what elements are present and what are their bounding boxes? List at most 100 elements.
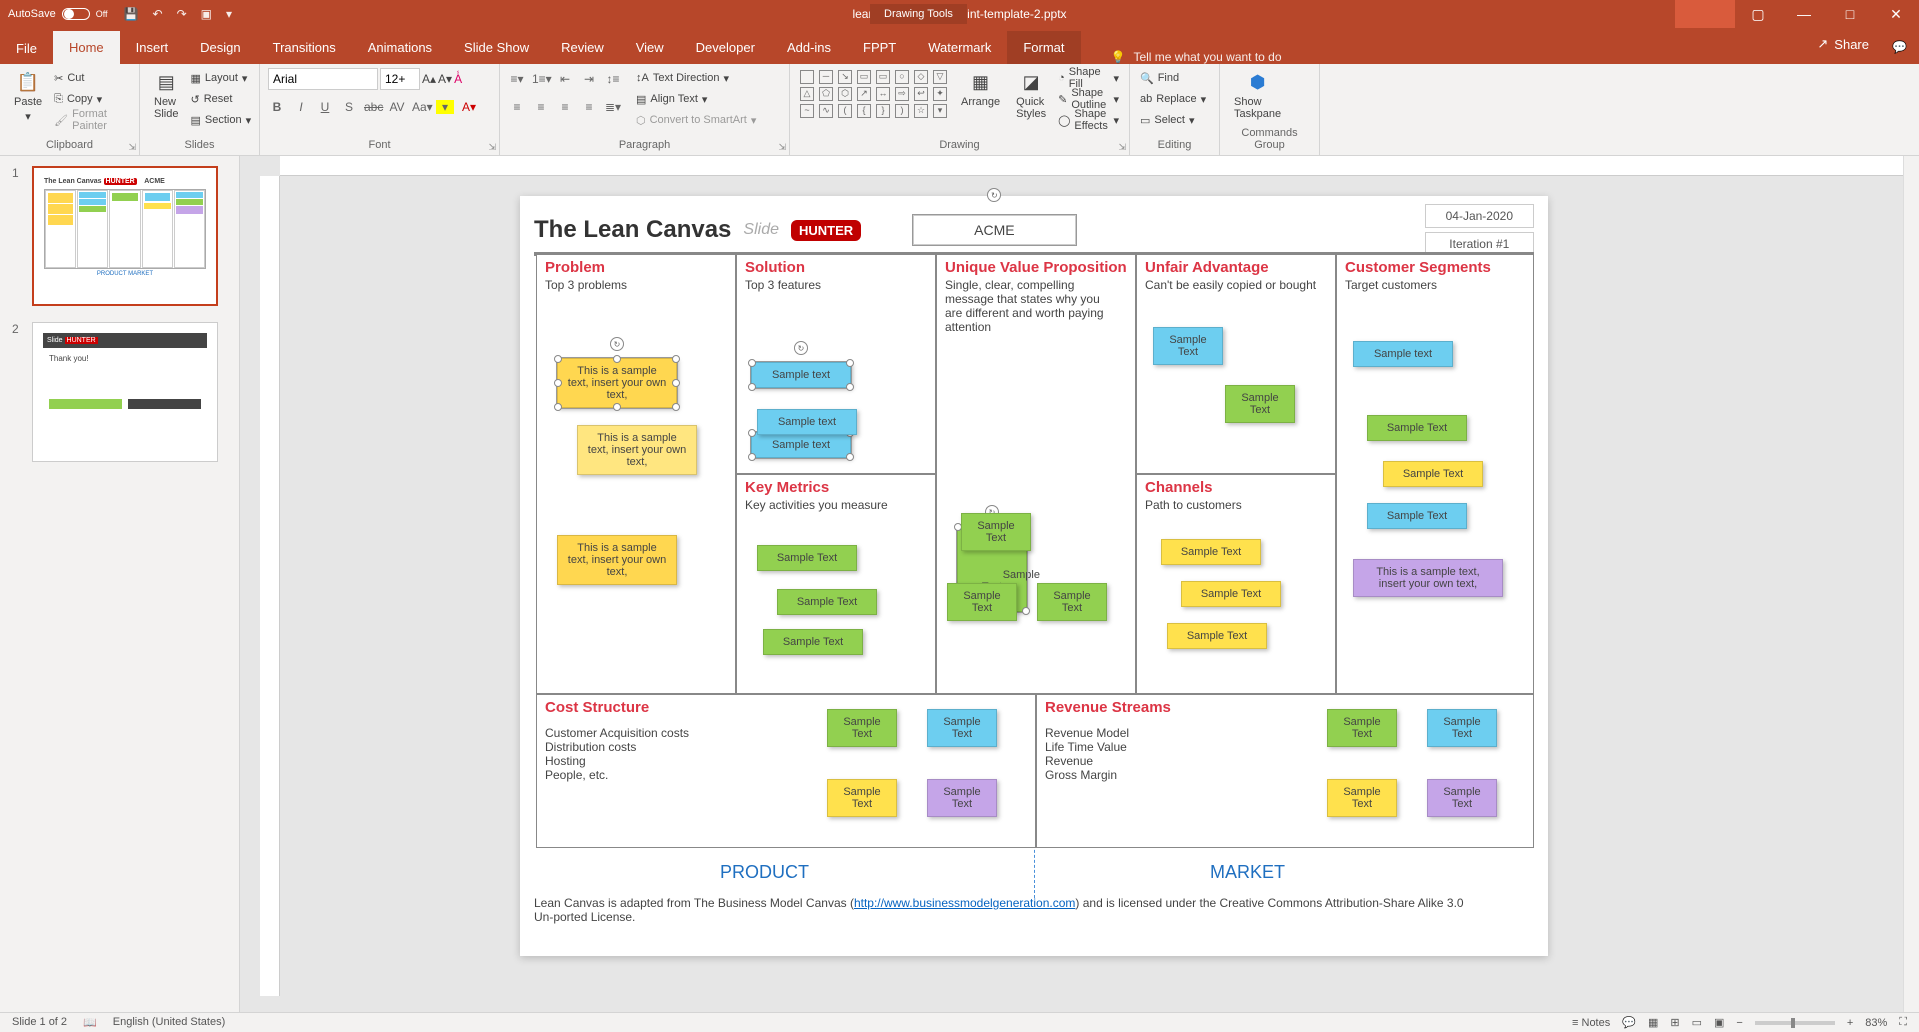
autosave-switch-icon[interactable] — [62, 8, 90, 20]
tab-design[interactable]: Design — [184, 31, 256, 64]
tab-file[interactable]: File — [0, 33, 53, 64]
shadow-icon[interactable]: S — [340, 100, 358, 114]
tell-me-search[interactable]: 💡 Tell me what you want to do — [1111, 50, 1282, 64]
decrease-indent-icon[interactable]: ⇤ — [556, 72, 574, 86]
bold-icon[interactable]: B — [268, 100, 286, 114]
autosave-toggle[interactable]: AutoSave Off — [8, 8, 108, 20]
tab-home[interactable]: Home — [53, 31, 120, 64]
note-metrics-2[interactable]: Sample Text — [777, 589, 877, 615]
shape-effects-button[interactable]: ◯Shape Effects▾ — [1056, 110, 1121, 130]
reading-view-icon[interactable]: ▭ — [1692, 1016, 1702, 1029]
spellcheck-icon[interactable]: 📖 — [83, 1016, 97, 1029]
columns-icon[interactable]: ≣▾ — [604, 100, 622, 114]
note-unfair-1[interactable]: Sample Text — [1153, 327, 1223, 365]
vertical-scrollbar[interactable] — [1903, 156, 1919, 1012]
cell-cost[interactable]: Cost Structure Customer Acquisition cost… — [536, 694, 1036, 848]
tab-insert[interactable]: Insert — [120, 31, 185, 64]
footer-link[interactable]: http://www.businessmodelgeneration.com — [854, 896, 1075, 910]
text-direction-button[interactable]: ↕AText Direction▾ — [634, 68, 758, 88]
font-size-input[interactable] — [380, 68, 420, 90]
cell-segments[interactable]: Customer Segments Target customers Sampl… — [1336, 254, 1534, 694]
spacing-icon[interactable]: AV — [388, 100, 406, 114]
note-cost-2[interactable]: Sample Text — [927, 709, 997, 747]
slide-title[interactable]: The Lean Canvas — [534, 216, 731, 244]
undo-icon[interactable]: ↶ — [153, 7, 163, 21]
copy-button[interactable]: ⎘Copy▾ — [52, 89, 131, 109]
tab-watermark[interactable]: Watermark — [912, 31, 1007, 64]
share-button[interactable]: ↗ Share — [1817, 36, 1869, 52]
tab-fppt[interactable]: FPPT — [847, 31, 912, 64]
note-cost-1[interactable]: Sample Text — [827, 709, 897, 747]
cell-unfair[interactable]: Unfair Advantage Can't be easily copied … — [1136, 254, 1336, 474]
note-problem-1[interactable]: ↻ This is a sample text, insert your own… — [557, 358, 677, 408]
note-cost-4[interactable]: Sample Text — [927, 779, 997, 817]
slide-thumbnails[interactable]: 1 The Lean Canvas HUNTER ACME PRODUCT MA… — [0, 156, 240, 1012]
paste-button[interactable]: 📋Paste▾ — [8, 68, 48, 125]
note-rev-3[interactable]: Sample Text — [1327, 779, 1397, 817]
cut-button[interactable]: ✂Cut — [52, 68, 131, 88]
company-name-box[interactable]: ↻ ACME — [913, 215, 1075, 245]
case-icon[interactable]: Aa▾ — [412, 100, 430, 114]
line-spacing-icon[interactable]: ↕≡ — [604, 72, 622, 86]
clipboard-launcher-icon[interactable]: ⇲ — [128, 142, 136, 153]
underline-icon[interactable]: U — [316, 100, 334, 114]
thumbnail-1[interactable]: 1 The Lean Canvas HUNTER ACME PRODUCT MA… — [12, 166, 227, 306]
slide-editor[interactable]: The Lean Canvas Slide HUNTER ↻ ACME 04-J… — [240, 156, 1919, 1012]
note-metrics-3[interactable]: Sample Text — [763, 629, 863, 655]
drawing-launcher-icon[interactable]: ⇲ — [1118, 142, 1126, 153]
thumbnail-2[interactable]: 2 Slide HUNTER Thank you! — [12, 322, 227, 462]
note-metrics-1[interactable]: Sample Text — [757, 545, 857, 571]
reset-button[interactable]: ↺Reset — [188, 89, 253, 109]
numbering-icon[interactable]: 1≡▾ — [532, 72, 550, 86]
note-seg-5[interactable]: This is a sample text, insert your own t… — [1353, 559, 1503, 597]
note-rev-1[interactable]: Sample Text — [1327, 709, 1397, 747]
comments-status-icon[interactable]: 💬 — [1622, 1016, 1636, 1029]
cell-problem[interactable]: Problem Top 3 problems ↻ This is a sampl… — [536, 254, 736, 694]
maximize-icon[interactable]: □ — [1827, 0, 1873, 28]
increase-font-icon[interactable]: A▴ — [422, 72, 436, 86]
align-right-icon[interactable]: ≡ — [556, 100, 574, 114]
rotate-handle-icon[interactable]: ↻ — [987, 188, 1001, 202]
note-rev-4[interactable]: Sample Text — [1427, 779, 1497, 817]
select-button[interactable]: ▭Select▾ — [1138, 110, 1208, 130]
convert-smartart-button[interactable]: ⬡Convert to SmartArt▾ — [634, 110, 758, 130]
note-channels-2[interactable]: Sample Text — [1181, 581, 1281, 607]
arrange-button[interactable]: ▦Arrange — [955, 68, 1006, 110]
slide-counter[interactable]: Slide 1 of 2 — [12, 1016, 67, 1029]
note-solution-2[interactable]: Sample text — [751, 432, 851, 458]
italic-icon[interactable]: I — [292, 100, 310, 114]
justify-icon[interactable]: ≡ — [580, 100, 598, 114]
comments-icon[interactable]: 💬 — [1892, 40, 1907, 54]
zoom-out-icon[interactable]: − — [1736, 1017, 1742, 1029]
note-seg-2[interactable]: Sample Text — [1367, 415, 1467, 441]
quick-styles-button[interactable]: ◪Quick Styles — [1010, 68, 1052, 122]
zoom-slider[interactable] — [1755, 1021, 1835, 1025]
tab-animations[interactable]: Animations — [352, 31, 448, 64]
normal-view-icon[interactable]: ▦ — [1648, 1016, 1658, 1029]
replace-button[interactable]: abReplace▾ — [1138, 89, 1208, 109]
layout-button[interactable]: ▦Layout▾ — [188, 68, 253, 88]
zoom-in-icon[interactable]: + — [1847, 1017, 1853, 1029]
increase-indent-icon[interactable]: ⇥ — [580, 72, 598, 86]
tab-review[interactable]: Review — [545, 31, 620, 64]
note-uvp-2[interactable]: Sample Text — [961, 513, 1031, 551]
slide-canvas[interactable]: The Lean Canvas Slide HUNTER ↻ ACME 04-J… — [520, 196, 1548, 956]
note-unfair-2[interactable]: Sample Text — [1225, 385, 1295, 423]
tab-addins[interactable]: Add-ins — [771, 31, 847, 64]
font-color-icon[interactable]: A▾ — [460, 100, 478, 114]
close-icon[interactable]: ✕ — [1873, 0, 1919, 28]
slideshow-view-icon[interactable]: ▣ — [1714, 1016, 1724, 1029]
rotate-handle-icon[interactable]: ↻ — [610, 337, 624, 351]
tab-view[interactable]: View — [620, 31, 680, 64]
paragraph-launcher-icon[interactable]: ⇲ — [778, 142, 786, 153]
strike-icon[interactable]: abc — [364, 100, 382, 114]
user-badge[interactable] — [1675, 0, 1735, 28]
highlight-icon[interactable]: ▾ — [436, 100, 454, 114]
note-uvp-4[interactable]: Sample Text — [1037, 583, 1107, 621]
save-icon[interactable]: 💾 — [124, 7, 139, 21]
note-uvp-3[interactable]: Sample Text — [947, 583, 1017, 621]
note-solution-3[interactable]: Sample text — [757, 409, 857, 435]
bullets-icon[interactable]: ≡▾ — [508, 72, 526, 86]
align-center-icon[interactable]: ≡ — [532, 100, 550, 114]
language-status[interactable]: English (United States) — [113, 1016, 226, 1029]
